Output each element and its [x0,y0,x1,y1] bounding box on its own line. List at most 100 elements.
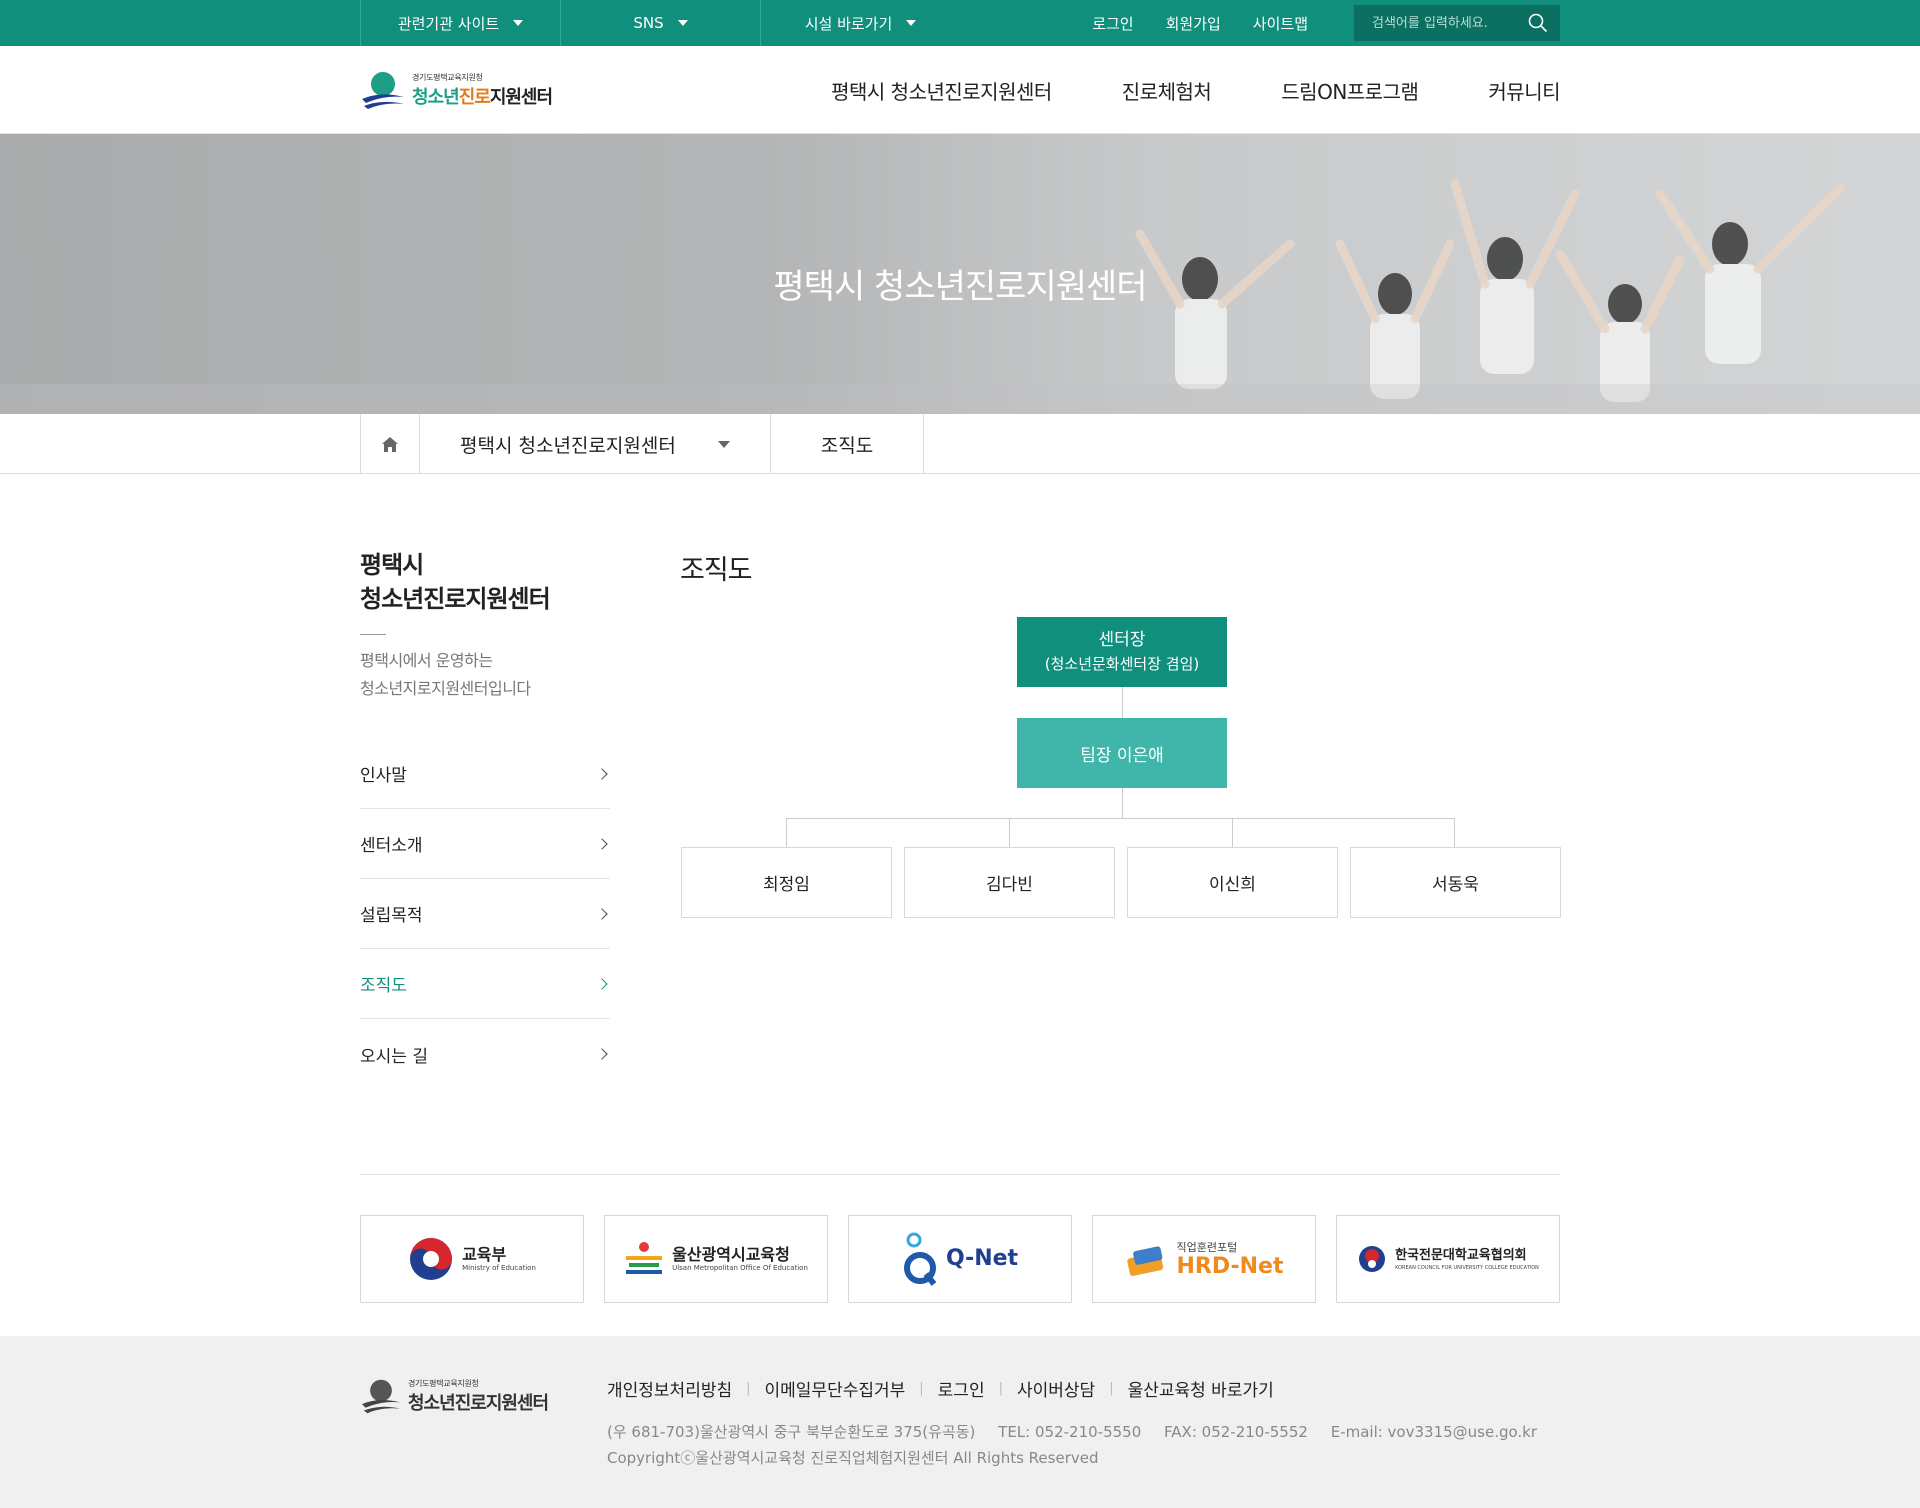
banner-hrd-title: HRD-Net [1176,1254,1284,1279]
site-logo[interactable]: 경기도평택교육지원청 청소년진로지원센터 [360,69,553,111]
banner-moe-title: 교육부 [462,1245,507,1264]
footer-body: 개인정보처리방침 | 이메일무단수집거부 | 로그인 | 사이버상담 | 울산교육청 바… [607,1376,1555,1471]
ulsan-edu-icon [626,1242,663,1274]
banner-moe-sub: Ministry of Education [462,1264,536,1272]
side-menu-item-intro[interactable]: 센터소개 [360,809,610,879]
location-depth1-dropdown[interactable]: 평택시 청소년진로지원센터 [420,414,771,474]
banner-hrd[interactable]: 직업훈련포털 HRD-Net [1092,1215,1316,1303]
org-director-note: (청소년문화센터장 겸임) [1044,655,1200,673]
org-member-box: 김다빈 [904,847,1115,918]
banner-moe-text: 교육부 Ministry of Education [462,1245,536,1273]
related-sites-dropdown[interactable]: 관련기관 사이트 [360,0,560,46]
org-member-box: 서동욱 [1350,847,1561,918]
footer-logo-text: 경기도평택교육지원청 청소년진로지원센터 [408,1378,549,1415]
org-director-title: 센터장 [1098,630,1146,650]
search-icon[interactable] [1528,13,1548,33]
footer-email: E-mail: vov3315@use.go.kr [1330,1423,1538,1441]
footer-links: 개인정보처리방침 | 이메일무단수집거부 | 로그인 | 사이버상담 | 울산교육청 바… [607,1376,1555,1401]
sitemap-link[interactable]: 사이트맵 [1253,13,1308,34]
banner-qnet[interactable]: Q-Net [848,1215,1072,1303]
qnet-icon [903,1232,937,1286]
location-bar: 평택시 청소년진로지원센터 조직도 [0,414,1920,474]
chevron-right-icon [596,767,608,780]
utility-bar: 관련기관 사이트 SNS 시설 바로가기 로그인 회원가입 사이트맵 [0,0,1920,46]
chevron-right-icon [596,1048,608,1060]
util-links: 로그인 회원가입 사이트맵 [1092,13,1308,34]
org-connector [786,818,1454,819]
search-input[interactable] [1372,15,1528,31]
chevron-right-icon [596,837,608,850]
banner-kcce[interactable]: 한국전문대학교육협의회 KOREAN COUNCIL FOR UNIVERSIT… [1336,1215,1560,1303]
side-menu-item-org-chart[interactable]: 조직도 [360,949,610,1019]
nav-experience[interactable]: 진로체험처 [1122,76,1212,105]
chevron-right-icon [596,907,608,920]
side-menu-item-directions[interactable]: 오시는 길 [360,1019,610,1089]
divider [360,634,386,635]
location-depth1-label: 평택시 청소년진로지원센터 [460,434,676,457]
logo-text: 경기도평택교육지원청 청소년진로지원센터 [412,72,553,109]
caret-down-icon [677,20,688,26]
banner-ulsan-edu[interactable]: 울산광역시교육청 Ulsan Metropolitan Office Of Ed… [604,1215,828,1303]
footer-link-cyber-counsel[interactable]: 사이버상담 [1017,1376,1095,1401]
signup-link[interactable]: 회원가입 [1166,13,1221,34]
footer-info: (우 681-703)울산광역시 중구 북부순환도로 375(유곡동) TEL:… [607,1419,1555,1471]
org-connector [1122,788,1123,818]
org-team-lead-box: 팀장 이은애 [1017,718,1227,788]
facility-dropdown[interactable]: 시설 바로가기 [760,0,960,46]
banner-kcce-text: 한국전문대학교육협의회 KOREAN COUNCIL FOR UNIVERSIT… [1395,1247,1539,1271]
org-member-box: 이신희 [1127,847,1338,918]
caret-down-icon [513,20,524,26]
org-connector [1009,818,1010,848]
logo-subtitle: 경기도평택교육지원청 [412,72,483,82]
footer-logo[interactable]: 경기도평택교육지원청 청소년진로지원센터 [360,1376,607,1416]
footer-logo-title: 청소년진로지원센터 [408,1392,549,1414]
footer-link-no-email[interactable]: 이메일무단수집거부 [765,1376,906,1401]
banner-hrd-text: 직업훈련포털 HRD-Net [1176,1239,1283,1279]
org-chart: 센터장 (청소년문화센터장 겸임) 팀장 이은애 최정임 김다빈 이신희 서동욱 [680,617,1561,1017]
footer-link-privacy[interactable]: 개인정보처리방침 [607,1376,732,1401]
sns-dropdown[interactable]: SNS [560,0,760,46]
home-button[interactable] [360,414,420,474]
hrd-icon [1127,1246,1164,1276]
facility-label: 시설 바로가기 [804,14,893,33]
logo-title: 청소년진로지원센터 [412,86,553,108]
search-box [1354,5,1560,41]
login-link[interactable]: 로그인 [1092,13,1133,34]
banner-kcce-title: 한국전문대학교육협의회 [1395,1248,1527,1263]
footer-tel: TEL: 052-210-5550 [998,1423,1142,1441]
org-connector [786,818,787,848]
footer-link-login[interactable]: 로그인 [938,1376,985,1401]
footer-logo-subtitle: 경기도평택교육지원청 [408,1378,479,1388]
main-nav: 평택시 청소년진로지원센터 진로체험처 드림ON프로그램 커뮤니티 [831,76,1560,105]
side-menu: 평택시 청소년진로지원센터 평택시에서 운영하는 청소년지로지원센터입니다 인사말 … [360,548,610,1089]
org-connector [1122,687,1123,718]
nav-community[interactable]: 커뮤니티 [1488,76,1560,105]
nav-dream-on[interactable]: 드림ON프로그램 [1281,76,1419,105]
banner-kcce-sub: KOREAN COUNCIL FOR UNIVERSITY COLLEGE ED… [1395,1265,1539,1271]
org-connector [1454,818,1455,848]
side-menu-list: 인사말 센터소개 설립목적 조직도 오시는 길 [360,739,610,1089]
related-sites-label: 관련기관 사이트 [397,14,500,33]
main-content: 조직도 센터장 (청소년문화센터장 겸임) 팀장 이은애 최정임 김다빈 이신희… [680,548,1561,1089]
org-connector [1232,818,1233,848]
logo-mark-icon [362,1379,400,1414]
banner-hrd-sub: 직업훈련포털 [1176,1241,1238,1254]
content-area: 평택시 청소년진로지원센터 평택시에서 운영하는 청소년지로지원센터입니다 인사말 … [0,474,1920,1174]
partner-banners: 교육부 Ministry of Education 울산광역시교육청 Ulsan… [0,1174,1920,1303]
side-menu-description: 평택시에서 운영하는 청소년지로지원센터입니다 [360,651,531,698]
nav-center[interactable]: 평택시 청소년진로지원센터 [831,76,1052,105]
side-menu-item-greeting[interactable]: 인사말 [360,739,610,809]
location-depth2[interactable]: 조직도 [771,414,924,474]
logo-mark-icon [362,72,404,109]
footer-link-ulsan-edu[interactable]: 울산교육청 바로가기 [1128,1376,1274,1401]
banner-ulsan-title: 울산광역시교육청 [672,1245,790,1264]
hero-visual: 평택시 청소년진로지원센터 [0,134,1920,414]
taegeuk-icon [410,1238,453,1280]
footer-copyright: Copyrightⓒ울산광역시교육청 진로직업체험지원센터 All Rights… [607,1449,1099,1467]
chevron-right-icon [596,977,608,990]
banner-moe[interactable]: 교육부 Ministry of Education [360,1215,584,1303]
side-menu-item-purpose[interactable]: 설립목적 [360,879,610,949]
location-depth2-label: 조직도 [820,434,874,457]
caret-down-icon [718,440,730,448]
sns-label: SNS [633,14,664,32]
